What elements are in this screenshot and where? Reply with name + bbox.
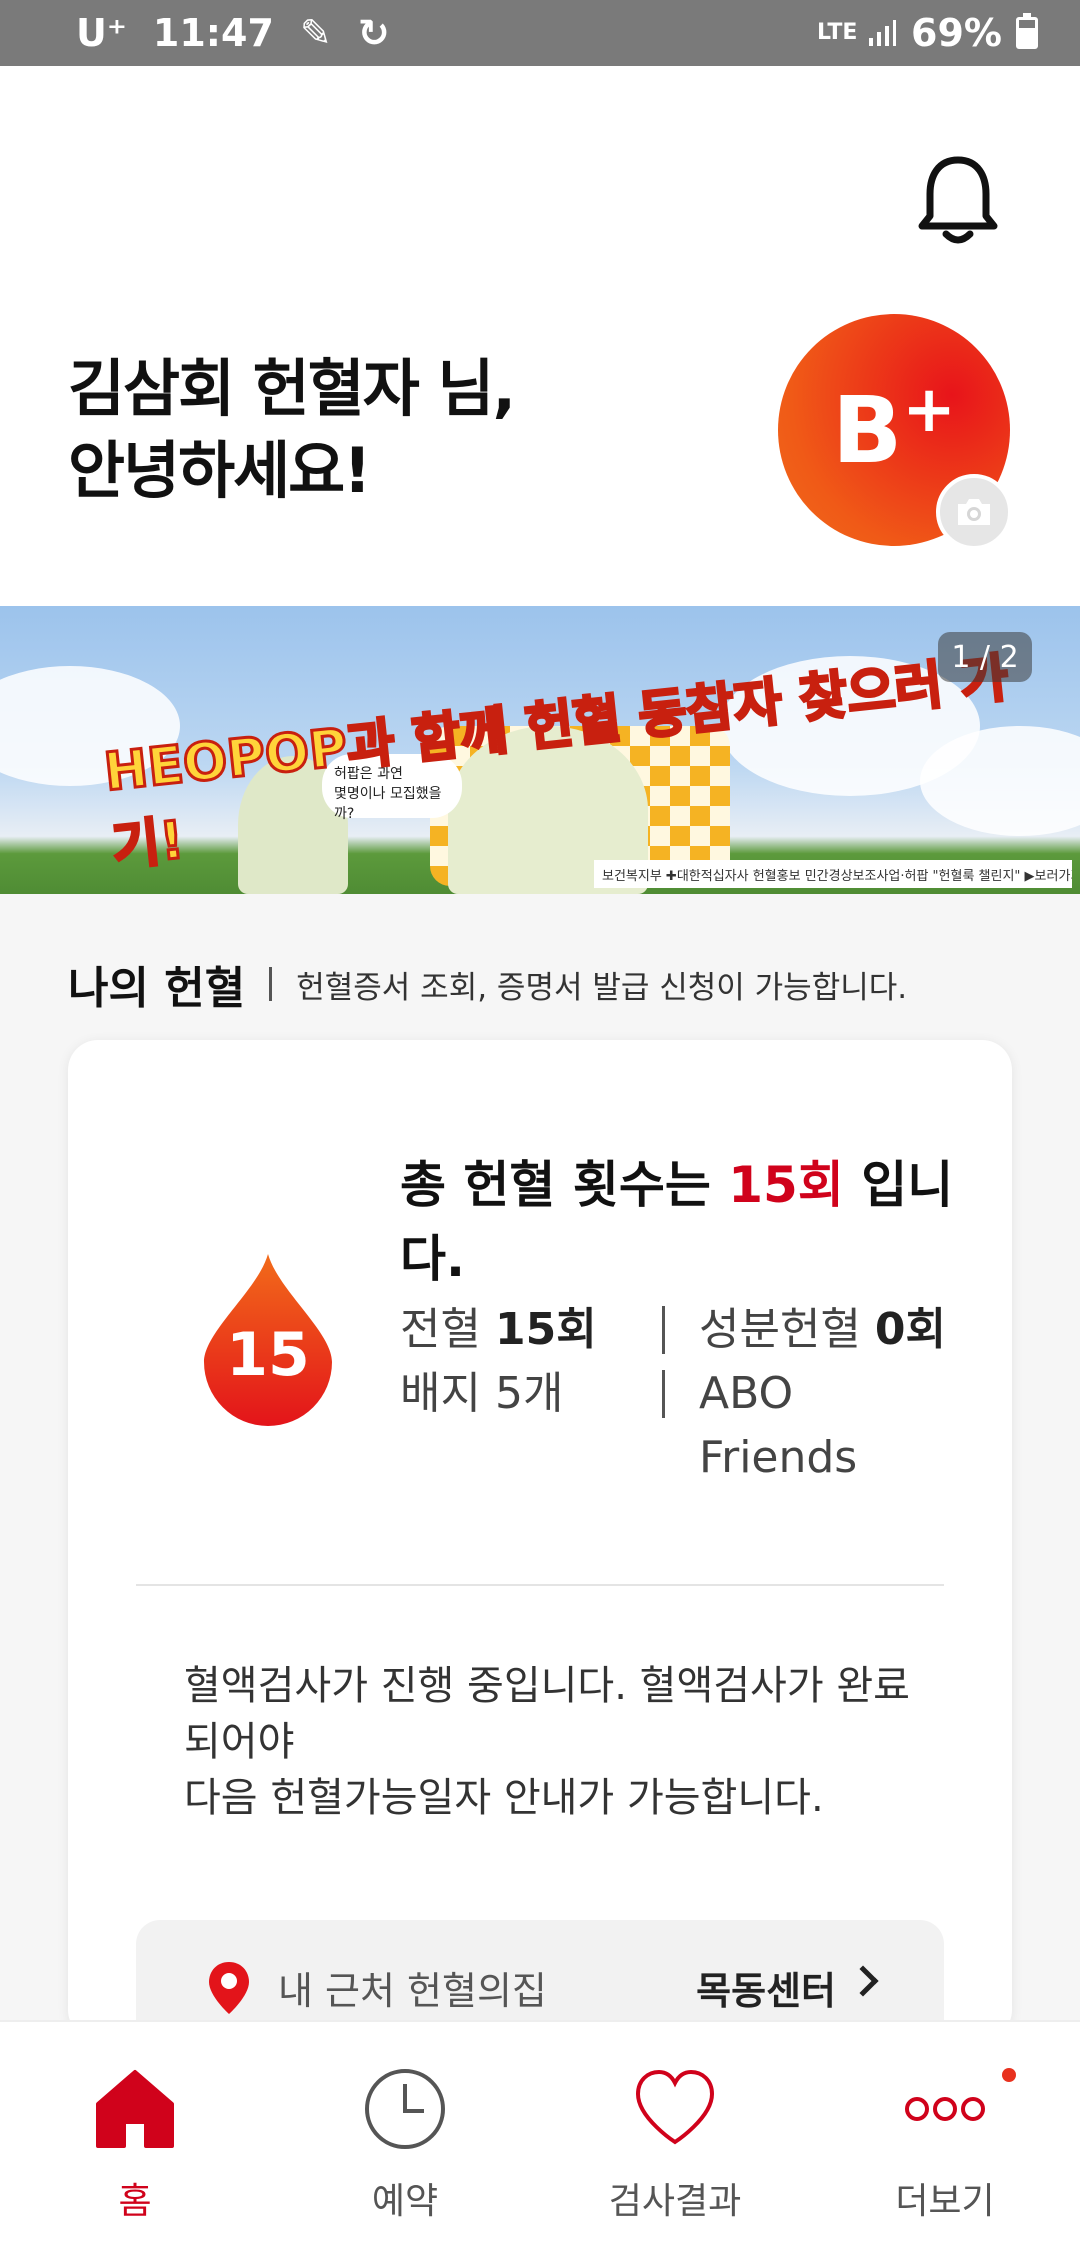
banner-footer: 보건복지부 ✚대한적십자사 헌혈홍보 민간경상보조사업·허팝 "헌혈룩 챌린지"… [594,860,1072,888]
feather-icon: ✎ [299,11,332,55]
nav-home-label: 홈 [118,2181,152,2222]
sync-icon: ↻ [357,11,390,55]
section-description: 헌혈증서 조회, 증명서 발급 신청이 가능합니다. [296,969,908,1006]
apheresis-label: 성분헌혈 [699,1304,875,1355]
bell-icon[interactable] [916,154,1000,246]
home-icon [96,2070,174,2148]
nav-home[interactable]: 홈 [0,2022,270,2254]
nav-more[interactable]: 더보기 [810,2022,1080,2254]
notice-line-1: 혈액검사가 진행 중입니다. 혈액검사가 완료되어야 [184,1663,910,1765]
carrier-label: U⁺ [76,11,127,55]
nav-reservation[interactable]: 예약 [270,2022,540,2254]
total-count: 15회 [728,1156,844,1214]
signal-icon [869,20,897,46]
count-unit: 회 [556,1304,597,1355]
total-prefix: 총 헌혈 횟수는 [400,1156,729,1214]
location-pin-icon [209,1962,249,2014]
count-unit: 회 [905,1304,947,1355]
nearby-center-name[interactable]: 목동센터 [696,1960,836,2015]
banner-page-counter: 1 / 2 [938,632,1032,682]
promo-banner[interactable]: 허팝은 과연 몇명이나 모집했을까? HEOPOP과 함께 헌혈 동참자 찾으러… [0,606,1080,894]
network-type: LTE [817,20,858,45]
nav-results-label: 검사결과 [608,2181,742,2222]
home-header: 김삼회 헌혈자 님, 안녕하세요! B + [0,66,1080,606]
apheresis-count: 0 [874,1304,906,1355]
nav-reservation-label: 예약 [371,2181,439,2222]
section-title: 나의 헌혈 [68,963,246,1014]
status-bar: U⁺ 11:47 ✎ ↻ LTE 69% [0,0,1080,66]
apheresis-stat: 성분헌혈 0회 [699,1298,960,1362]
nav-more-label: 더보기 [895,2181,995,2222]
camera-button[interactable] [936,474,1012,550]
badge-count[interactable]: 배지 5개 [400,1362,662,1490]
total-donations: 총 헌혈 횟수는 15회 입니다. [400,1148,960,1296]
camera-icon [958,499,990,525]
whole-blood-label: 전혈 [400,1304,495,1355]
notification-dot [1002,2068,1016,2082]
divider [662,1370,665,1418]
heart-icon [635,2069,715,2145]
nav-results[interactable]: 검사결과 [540,2022,810,2254]
battery-percent: 69% [911,11,1002,55]
nearby-label: 내 근처 헌혈의집 [278,1969,547,2013]
donation-card[interactable]: 15 총 헌혈 횟수는 15회 입니다. 전혈 15회 성분헌혈 0회 배지 5… [68,1040,1012,2060]
chevron-right-icon [847,1965,879,1997]
blood-type-sign: + [902,373,956,447]
divider [662,1306,665,1354]
divider [269,967,273,1001]
blood-test-notice: 혈액검사가 진행 중입니다. 혈액검사가 완료되어야 다음 헌혈가능일자 안내가… [184,1658,944,1826]
blood-type-letter: B [832,376,903,484]
greeting-line-2: 안녕하세요! [68,434,371,507]
clock: 11:47 [152,11,274,55]
clock-icon [365,2069,445,2149]
whole-blood-stat: 전혈 15회 [400,1298,662,1362]
drop-count: 15 [226,1320,310,1390]
abo-friends[interactable]: ABO Friends [699,1362,960,1490]
notice-line-2: 다음 헌혈가능일자 안내가 가능합니다. [184,1775,824,1821]
greeting-line-1: 김삼회 헌혈자 님, [68,352,516,425]
whole-blood-count: 15 [494,1304,557,1355]
donation-stats: 전혈 15회 성분헌혈 0회 배지 5개 ABO Friends [400,1298,960,1490]
battery-icon [1016,13,1038,49]
bottom-nav: 홈 예약 검사결과 더보기 [0,2020,1080,2254]
greeting: 김삼회 헌혈자 님, 안녕하세요! [68,348,516,512]
more-dots-icon [905,2097,985,2121]
my-donation-heading: 나의 헌혈 헌혈증서 조회, 증명서 발급 신청이 가능합니다. [68,952,907,1016]
card-divider [136,1584,944,1586]
